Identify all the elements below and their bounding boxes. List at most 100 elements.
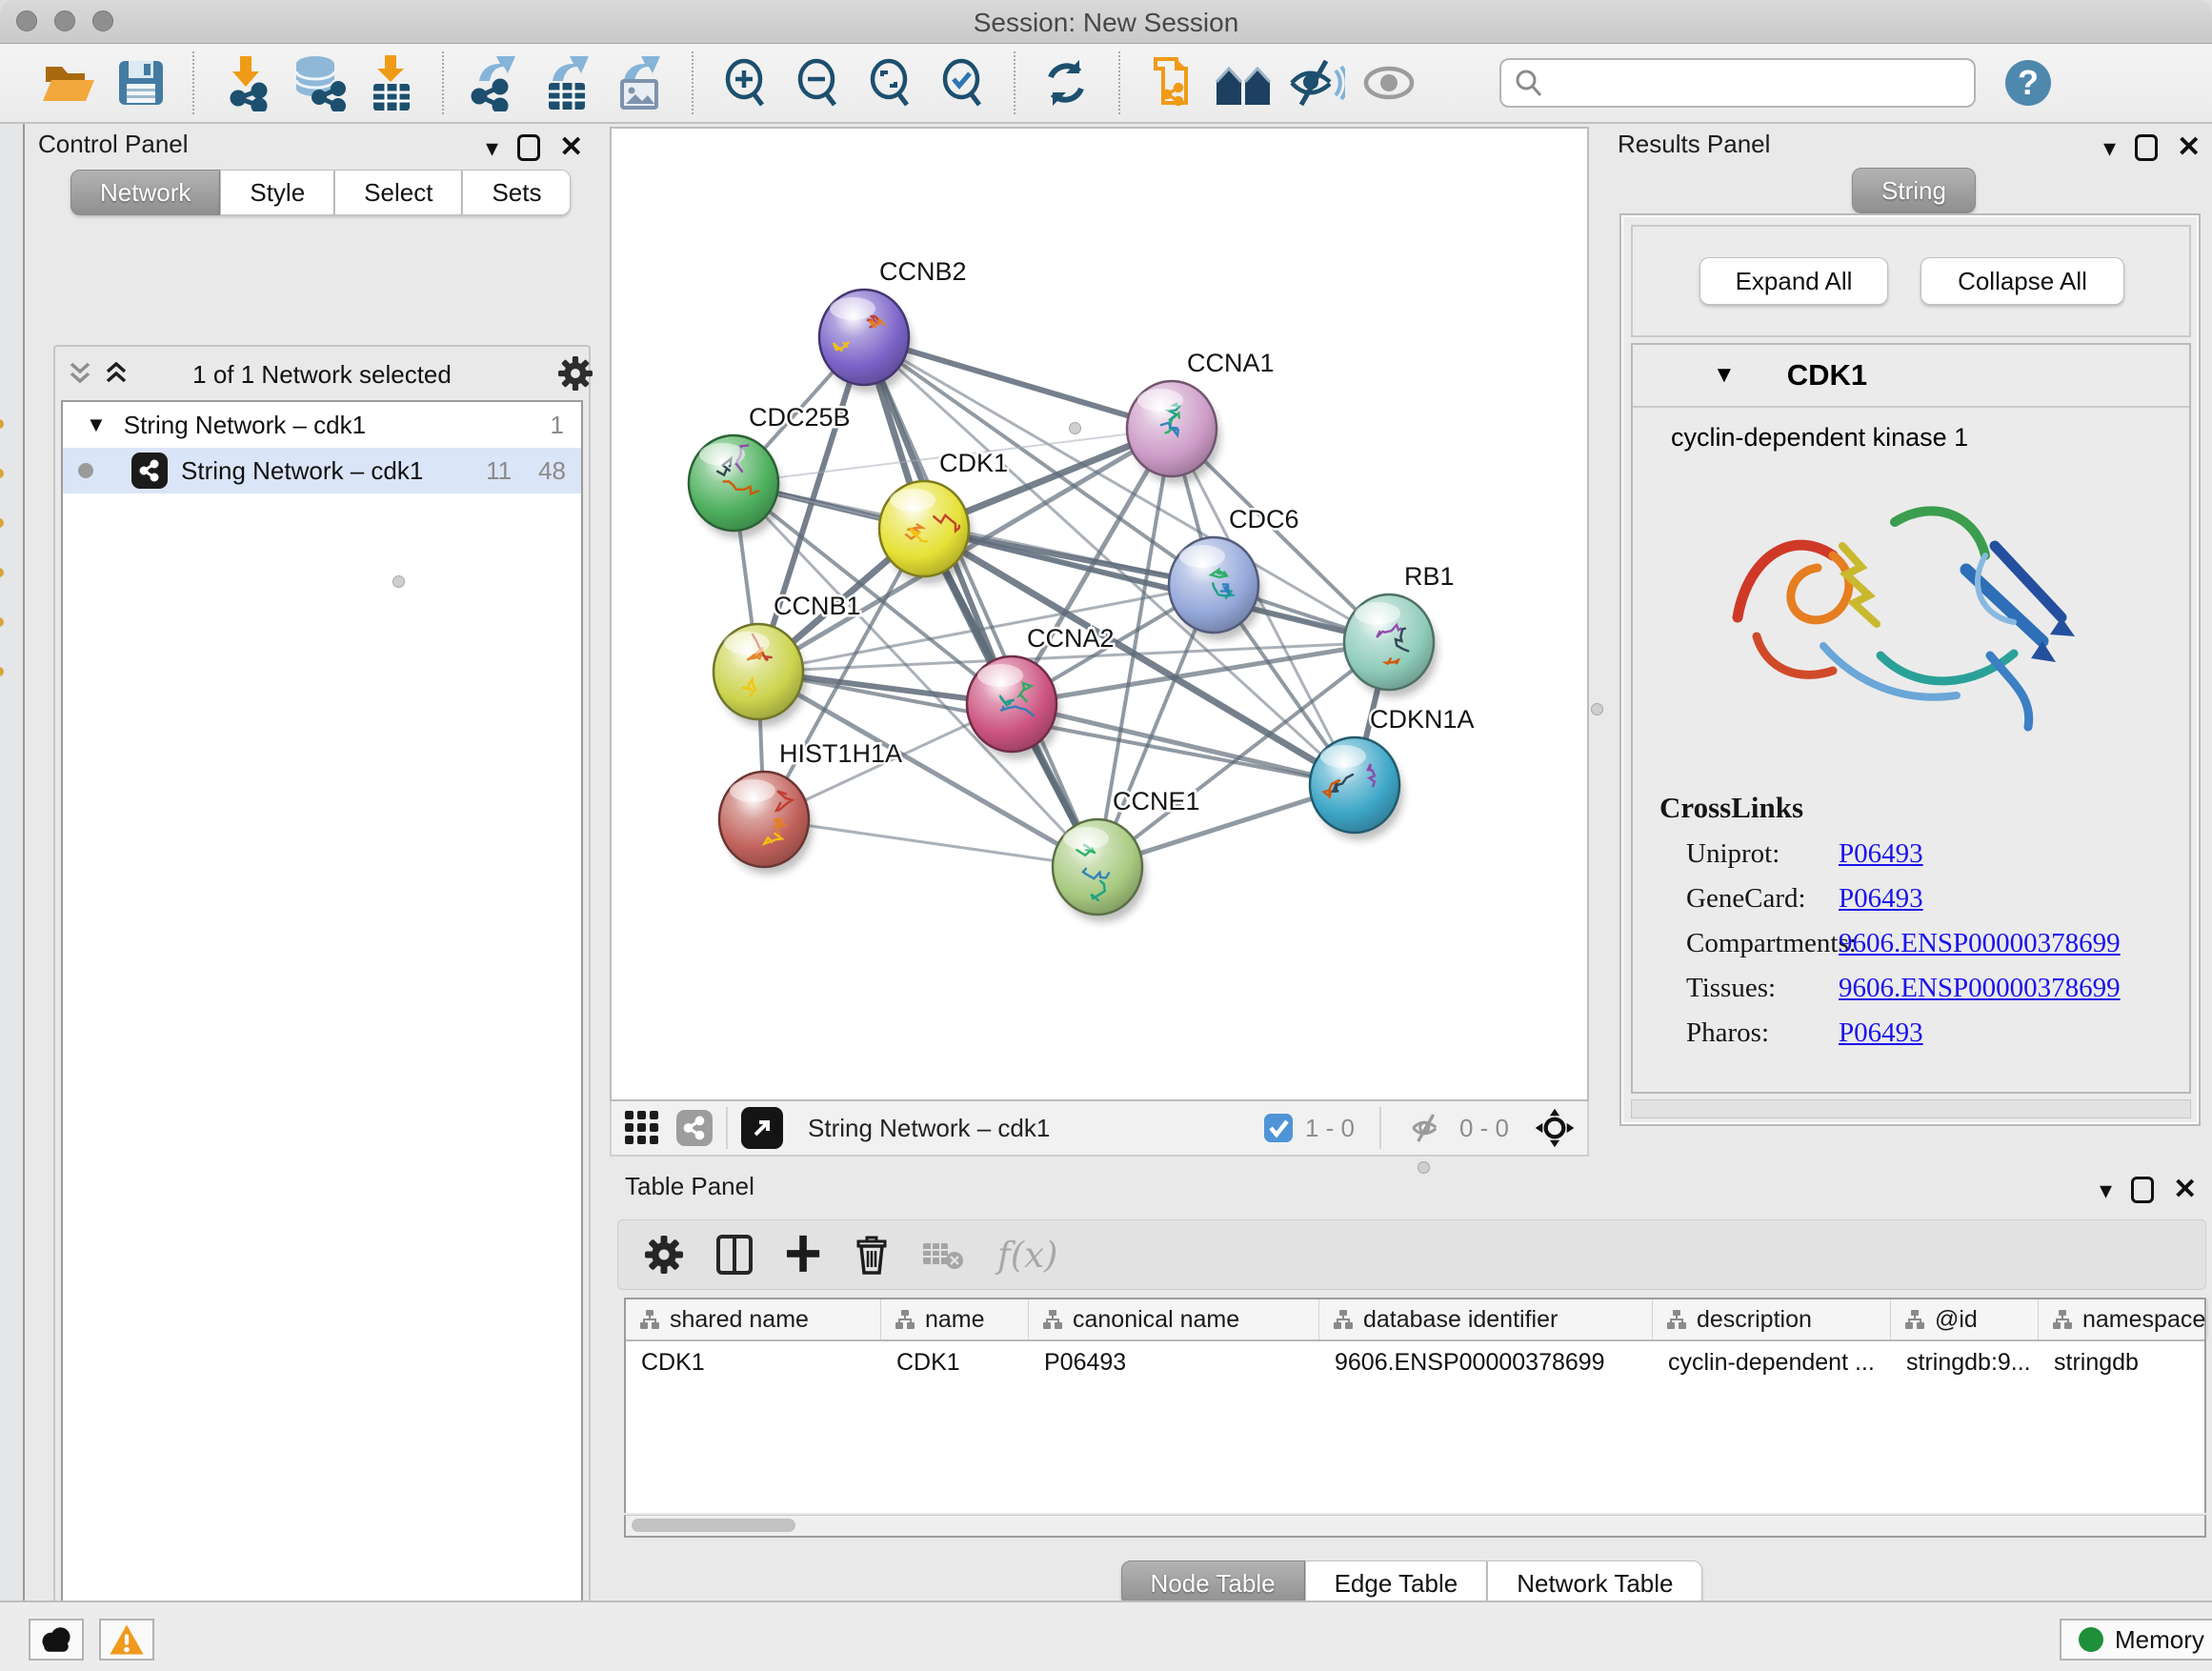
crosslink-link[interactable]: P06493 — [1839, 838, 1923, 870]
column-header-namespace[interactable]: namespace — [2039, 1299, 2208, 1339]
column-header-database-identifier[interactable]: database identifier — [1319, 1299, 1653, 1339]
navigate-crosshair-icon[interactable] — [1534, 1107, 1576, 1149]
collapse-panel-icon[interactable]: ▾ — [2100, 1178, 2112, 1202]
add-column-icon[interactable] — [786, 1234, 822, 1276]
attribute-icon — [1666, 1309, 1687, 1330]
close-panel-icon[interactable]: ✕ — [559, 133, 583, 162]
table-cell[interactable]: P06493 — [1029, 1341, 1319, 1385]
save-session-button[interactable] — [110, 53, 172, 112]
results-panel-title: Results Panel — [1618, 130, 1770, 159]
column-header-shared-name[interactable]: shared name — [626, 1299, 881, 1339]
clone-network-button[interactable] — [1140, 53, 1203, 112]
table-horizontal-scrollbar[interactable] — [624, 1515, 2206, 1538]
tab-sets[interactable]: Sets — [462, 170, 571, 215]
import-network-file-button[interactable] — [214, 53, 277, 112]
node-hist1h1a[interactable]: HIST1H1A — [719, 739, 902, 875]
column-header-canonical-name[interactable]: canonical name — [1029, 1299, 1319, 1339]
tab-select[interactable]: Select — [334, 170, 462, 215]
tab-style[interactable]: Style — [220, 170, 334, 215]
string-network-icon[interactable] — [676, 1110, 713, 1146]
network-options-gear-icon[interactable] — [558, 356, 593, 391]
selected-checkbox-icon[interactable] — [1263, 1113, 1294, 1143]
search-input[interactable] — [1499, 58, 1976, 108]
table-options-gear-icon[interactable] — [645, 1236, 683, 1274]
node-ccnb2[interactable]: CCNB2 — [819, 257, 967, 393]
help-button[interactable]: ? — [1997, 53, 2060, 112]
table-cell[interactable]: cyclin-dependent ... — [1653, 1341, 1891, 1385]
zoom-selected-button[interactable] — [931, 53, 994, 112]
control-panel-window-controls: ▾ ✕ — [486, 133, 583, 162]
grid-view-icon[interactable] — [623, 1109, 661, 1147]
crosslink-link[interactable]: 9606.ENSP00000378699 — [1839, 928, 2121, 959]
network-row[interactable]: String Network – cdk1 11 48 — [63, 448, 581, 493]
table-cell[interactable]: stringdb — [2039, 1341, 2208, 1385]
crosslink-link[interactable]: P06493 — [1839, 1017, 1923, 1049]
tab-edge-table[interactable]: Edge Table — [1305, 1560, 1488, 1606]
window-title: Session: New Session — [0, 8, 2212, 38]
node-ccne1[interactable]: CCNE1 — [1053, 787, 1200, 922]
float-panel-icon[interactable] — [2131, 1177, 2154, 1203]
node-ccnb1[interactable]: CCNB1 — [714, 592, 861, 727]
show-all-button[interactable] — [1357, 53, 1420, 112]
table-row[interactable]: CDK1CDK1P064939606.ENSP00000378699cyclin… — [626, 1341, 2204, 1385]
string-network-graph[interactable]: CCNB2CCNA1CDC25BCDK1CDC6RB1CCNB1CCNA2CDK… — [612, 129, 1587, 1099]
collection-count: 1 — [551, 411, 564, 440]
export-image-button[interactable] — [609, 53, 672, 112]
scrollbar-thumb[interactable] — [632, 1519, 795, 1532]
import-table-file-button[interactable] — [359, 53, 422, 112]
network-canvas[interactable]: CCNB2CCNA1CDC25BCDK1CDC6RB1CCNB1CCNA2CDK… — [610, 127, 1589, 1101]
open-in-new-window-icon[interactable] — [741, 1107, 783, 1149]
hidden-eye-slash-icon[interactable] — [1406, 1111, 1448, 1145]
zoom-fit-button[interactable] — [858, 53, 921, 112]
cloud-status-button[interactable] — [29, 1619, 84, 1661]
crosslink-link[interactable]: 9606.ENSP00000378699 — [1839, 973, 2121, 1004]
crosslink-link[interactable]: P06493 — [1839, 883, 1923, 915]
close-panel-icon[interactable]: ✕ — [2177, 133, 2201, 162]
tab-node-table[interactable]: Node Table — [1121, 1560, 1305, 1606]
collapse-all-button[interactable]: Collapse All — [1920, 257, 2124, 305]
apply-layout-button[interactable] — [1036, 53, 1098, 112]
collapse-panel-icon[interactable]: ▾ — [486, 135, 498, 160]
show-columns-icon[interactable] — [715, 1234, 754, 1276]
table-cell[interactable]: stringdb:9... — [1891, 1341, 2039, 1385]
search-field[interactable] — [1545, 69, 1955, 98]
memory-button[interactable]: Memory — [2060, 1619, 2212, 1661]
results-scrollbar[interactable] — [1631, 1099, 2191, 1118]
network-collection-row[interactable]: ▼ String Network – cdk1 1 — [63, 402, 581, 448]
tab-network[interactable]: Network — [70, 170, 220, 215]
open-session-button[interactable] — [37, 53, 100, 112]
sash-grip[interactable] — [392, 575, 405, 588]
column-header-description[interactable]: description — [1653, 1299, 1891, 1339]
node-rb1[interactable]: RB1 — [1344, 562, 1455, 697]
collapse-panel-icon[interactable]: ▾ — [2103, 135, 2116, 160]
table-cell[interactable]: CDK1 — [626, 1341, 881, 1385]
tree-expander-icon[interactable]: ▼ — [86, 413, 107, 437]
sash-grip[interactable] — [1069, 422, 1081, 434]
close-panel-icon[interactable]: ✕ — [2173, 1176, 2197, 1204]
tab-string-results[interactable]: String — [1852, 168, 1976, 213]
float-panel-icon[interactable] — [2135, 134, 2158, 161]
column-header--id[interactable]: @id — [1891, 1299, 2039, 1339]
expand-all-button[interactable]: Expand All — [1699, 257, 1888, 305]
hide-selected-button[interactable] — [1285, 53, 1348, 112]
table-cell[interactable]: CDK1 — [881, 1341, 1029, 1385]
import-network-database-button[interactable] — [287, 53, 350, 112]
export-table-button[interactable] — [536, 53, 599, 112]
node-ccna1[interactable]: CCNA1 — [1127, 349, 1275, 484]
delete-column-trash-icon[interactable] — [855, 1234, 889, 1276]
column-header-name[interactable]: name — [881, 1299, 1029, 1339]
save-floppy-icon — [115, 57, 167, 109]
first-neighbors-button[interactable] — [1213, 53, 1276, 112]
tab-network-table[interactable]: Network Table — [1487, 1560, 1702, 1606]
section-collapse-icon[interactable]: ▼ — [1713, 362, 1736, 389]
zoom-out-button[interactable] — [786, 53, 849, 112]
export-network-button[interactable] — [464, 53, 527, 112]
warnings-button[interactable] — [99, 1619, 154, 1661]
table-cell[interactable]: 9606.ENSP00000378699 — [1319, 1341, 1653, 1385]
float-panel-icon[interactable] — [517, 134, 540, 161]
gene-section-header[interactable]: ▼ CDK1 — [1633, 345, 2189, 408]
sash-grip[interactable] — [1591, 703, 1603, 715]
crosslink-row: Compartments:9606.ENSP00000378699 — [1659, 928, 2174, 959]
zoom-in-button[interactable] — [714, 53, 776, 112]
node-cdkn1a[interactable]: CDKN1A — [1310, 705, 1475, 840]
